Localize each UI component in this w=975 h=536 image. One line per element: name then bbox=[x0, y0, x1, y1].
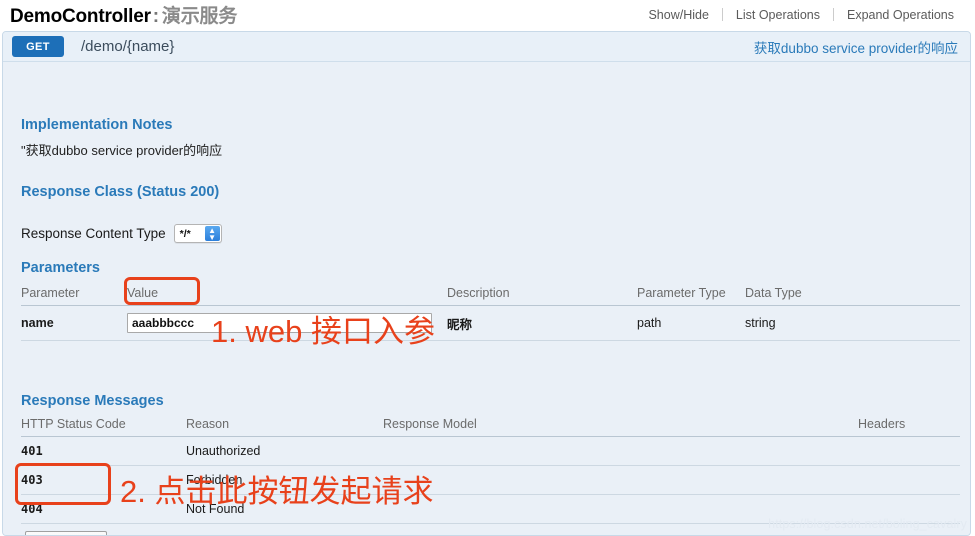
resource-options: Show/Hide List Operations Expand Operati… bbox=[635, 8, 967, 22]
page-title: DemoController: 演示服务 bbox=[10, 1, 237, 28]
watermark: https://blog.csdn.net/boling_cavalry bbox=[768, 517, 967, 531]
col-data-type: Data Type bbox=[745, 284, 960, 306]
operation-heading[interactable]: GET /demo/{name} 获取dubbo service provide… bbox=[3, 32, 970, 62]
response-content-type-value: */* bbox=[179, 227, 191, 240]
parameter-name: name bbox=[21, 305, 127, 341]
response-headers bbox=[858, 436, 960, 466]
status-code: 404 bbox=[21, 494, 186, 524]
parameter-type: path bbox=[637, 305, 745, 341]
list-operations-link[interactable]: List Operations bbox=[723, 8, 833, 22]
col-reason: Reason bbox=[186, 415, 383, 437]
implementation-notes-title: Implementation Notes bbox=[21, 117, 173, 133]
col-parameter-type: Parameter Type bbox=[637, 284, 745, 306]
response-model bbox=[383, 436, 858, 466]
status-code: 401 bbox=[21, 436, 186, 466]
response-messages-title: Response Messages bbox=[21, 393, 164, 409]
response-messages-table: HTTP Status Code Reason Response Model H… bbox=[21, 415, 960, 524]
response-model bbox=[383, 465, 858, 495]
response-content-type-row: Response Content Type */* ▲ ▼ bbox=[21, 224, 222, 243]
response-content-type-select[interactable]: */* ▲ ▼ bbox=[173, 224, 222, 243]
col-parameter: Parameter bbox=[21, 284, 127, 306]
expand-operations-link[interactable]: Expand Operations bbox=[834, 8, 967, 22]
implementation-notes-text: "获取dubbo service provider的响应 bbox=[21, 143, 223, 158]
operation-path[interactable]: /demo/{name} bbox=[81, 38, 174, 55]
operation-content: Implementation Notes "获取dubbo service pr… bbox=[3, 62, 970, 535]
table-header-row: Parameter Value Description Parameter Ty… bbox=[21, 284, 960, 306]
resource-header: DemoController: 演示服务 Show/Hide List Opera… bbox=[0, 0, 975, 29]
parameter-description: 昵称 bbox=[447, 305, 637, 341]
parameters-title: Parameters bbox=[21, 260, 100, 276]
table-row: 401 Unauthorized bbox=[21, 436, 960, 466]
status-reason: Unauthorized bbox=[186, 436, 383, 466]
table-row: name 昵称 path string bbox=[21, 305, 960, 341]
col-http-status-code: HTTP Status Code bbox=[21, 415, 186, 437]
status-reason: Not Found bbox=[186, 494, 383, 524]
response-content-type-label: Response Content Type bbox=[21, 226, 166, 241]
resource-name: DemoController bbox=[10, 6, 151, 27]
show-hide-link[interactable]: Show/Hide bbox=[635, 8, 721, 22]
http-method-badge: GET bbox=[12, 36, 64, 57]
col-headers: Headers bbox=[858, 415, 960, 437]
parameters-table: Parameter Value Description Parameter Ty… bbox=[21, 284, 960, 341]
resource-description: 演示服务 bbox=[161, 6, 238, 27]
parameter-value-cell bbox=[127, 305, 447, 341]
table-header-row: HTTP Status Code Reason Response Model H… bbox=[21, 415, 960, 437]
response-headers bbox=[858, 465, 960, 495]
response-class-title: Response Class (Status 200) bbox=[21, 184, 220, 200]
parameter-value-input[interactable] bbox=[127, 313, 432, 333]
table-row: 403 Forbidden bbox=[21, 465, 960, 495]
status-code: 403 bbox=[21, 465, 186, 495]
title-separator: : bbox=[152, 6, 159, 27]
operation-summary[interactable]: 获取dubbo service provider的响应 bbox=[754, 37, 958, 57]
col-response-model: Response Model bbox=[383, 415, 858, 437]
parameter-data-type: string bbox=[745, 305, 960, 341]
col-value: Value bbox=[127, 284, 447, 306]
stepper-arrows-icon: ▲ ▼ bbox=[204, 226, 220, 241]
status-reason: Forbidden bbox=[186, 465, 383, 495]
col-description: Description bbox=[447, 284, 637, 306]
operation-panel: GET /demo/{name} 获取dubbo service provide… bbox=[2, 31, 971, 536]
